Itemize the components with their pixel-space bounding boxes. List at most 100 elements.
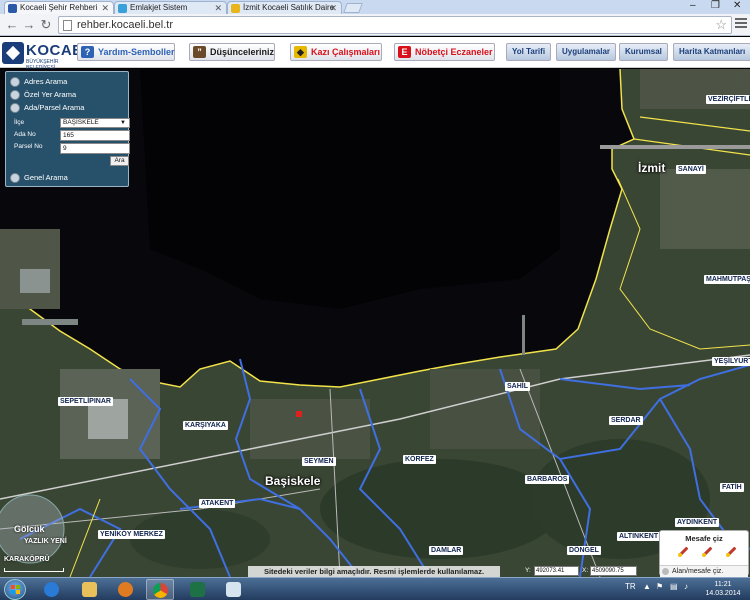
- label-serdar: SERDAR: [609, 416, 643, 425]
- general-search-section[interactable]: Genel Arama: [10, 172, 68, 184]
- expand-icon: [10, 173, 20, 183]
- chrome-icon[interactable]: [146, 579, 174, 600]
- label-seymen: SEYMEN: [302, 457, 336, 466]
- y-label: Y:: [525, 567, 531, 574]
- parcel-search-section[interactable]: Ada/Parsel Arama: [10, 102, 84, 114]
- pharmacy-label: Nöbetçi Eczaneler: [415, 47, 493, 57]
- show-hidden-icons-icon[interactable]: ▲: [643, 582, 651, 591]
- network-icon[interactable]: ▤: [670, 582, 678, 591]
- media-player-icon[interactable]: [112, 579, 140, 600]
- pharmacy-on-duty-button[interactable]: E Nöbetçi Eczaneler: [394, 43, 495, 61]
- area-distance-toggle[interactable]: Alan/mesafe çiz.: [660, 565, 748, 577]
- excel-icon[interactable]: [184, 579, 212, 600]
- label-yesilyurt: YEŞİLYURT: [712, 357, 750, 366]
- s-favicon-icon: [231, 4, 240, 13]
- close-window-button[interactable]: ✕: [733, 0, 741, 11]
- browser-tab-strip: Kocaeli Şehir Rehberi ✕ Emlakjet Sistem …: [0, 0, 750, 14]
- kocaeli-favicon-icon: [8, 4, 17, 13]
- forward-arrow-icon[interactable]: →: [21, 17, 37, 33]
- address-bar[interactable]: rehber.kocaeli.bel.tr ☆: [58, 16, 732, 34]
- special-place-search-section[interactable]: Özel Yer Arama: [10, 89, 76, 101]
- internet-explorer-icon[interactable]: [38, 579, 66, 600]
- clear-measure-icon[interactable]: [724, 544, 738, 558]
- parcel-no-label: Parsel No: [14, 143, 43, 150]
- address-search-section[interactable]: Adres Arama: [10, 76, 67, 88]
- system-clock[interactable]: 11:21 14.03.2014: [700, 580, 746, 598]
- label-damlar: DAMLAR: [429, 546, 464, 555]
- coordinate-readout: Y: 492073.41 X: 4509090.75: [525, 565, 637, 577]
- page-icon: [63, 20, 72, 31]
- label-karakopru: KARAKÖPRÜ: [4, 556, 50, 563]
- block-no-input[interactable]: [60, 130, 130, 141]
- minimize-button[interactable]: –: [690, 0, 696, 11]
- parcel-no-input[interactable]: [60, 143, 130, 154]
- clock-date: 14.03.2014: [705, 590, 741, 597]
- url-text: rehber.kocaeli.bel.tr: [77, 19, 173, 31]
- tab-izmit-satilik[interactable]: İzmit Kocaeli Satılık Daire ✕: [227, 1, 342, 14]
- label-korfez: KÖRFEZ: [403, 455, 436, 464]
- back-arrow-icon[interactable]: ←: [4, 17, 20, 33]
- start-button[interactable]: [4, 579, 26, 600]
- menu-icon[interactable]: [735, 18, 747, 32]
- close-tab-icon[interactable]: ✕: [214, 2, 222, 14]
- tab-emlakjet[interactable]: Emlakjet Sistem ✕: [114, 1, 227, 14]
- label-dongel: DÖNGEL: [567, 546, 601, 555]
- bookmark-star-icon[interactable]: ☆: [715, 17, 727, 33]
- excavation-works-label: Kazı Çalışmaları: [311, 47, 381, 57]
- logo-text: KOCAE: [26, 42, 83, 59]
- label-karsiyaka: KARŞIYAKA: [183, 421, 228, 430]
- help-symbols-label: Yardım-Semboller: [98, 47, 175, 57]
- section-label: Ada/Parsel Arama: [24, 103, 85, 112]
- tab-kocaeli-rehber[interactable]: Kocaeli Şehir Rehberi ✕: [4, 1, 114, 14]
- disclaimer-text: Sitedeki veriler bilgi amaçlıdır. Resmi …: [248, 566, 500, 577]
- route-button[interactable]: Yol Tarifi: [506, 43, 552, 61]
- expand-icon: [10, 77, 20, 87]
- close-tab-icon[interactable]: ✕: [329, 2, 337, 14]
- feedback-button[interactable]: ” Düşünceleriniz: [189, 43, 275, 61]
- measure-title: Mesafe çiz: [685, 534, 723, 543]
- draw-line-icon[interactable]: [676, 544, 690, 558]
- x-value: 4509090.75: [590, 566, 637, 576]
- label-fatih: FATİH: [720, 483, 744, 492]
- label-sanayi: SANAYİ: [676, 165, 706, 174]
- label-aydinkent: AYDINKENT: [675, 518, 720, 527]
- clock-time: 11:21: [714, 581, 732, 588]
- block-no-label: Ada No: [14, 131, 36, 138]
- expand-icon: [10, 103, 20, 113]
- label-barbaros: BARBAROS: [525, 475, 570, 484]
- tab-label: İzmit Kocaeli Satılık Daire: [243, 3, 335, 12]
- label-sepetlipinar: SEPETLİPINAR: [58, 397, 113, 406]
- map-layers-button[interactable]: Harita Katmanları: [673, 43, 750, 61]
- search-button[interactable]: Ara: [110, 156, 129, 166]
- volume-icon[interactable]: ♪: [684, 582, 688, 591]
- logo-mark-icon: [2, 42, 24, 64]
- section-label: Adres Arama: [24, 77, 68, 86]
- label-atakent: ATAKENT: [199, 499, 236, 508]
- search-panel: Adres Arama Özel Yer Arama Ada/Parsel Ar…: [5, 71, 130, 187]
- help-symbols-button[interactable]: ? Yardım-Semboller: [77, 43, 175, 61]
- language-indicator[interactable]: TR: [625, 582, 636, 591]
- maximize-button[interactable]: ❐: [711, 0, 720, 11]
- reload-icon[interactable]: ↻: [38, 17, 54, 33]
- action-center-flag-icon[interactable]: ⚑: [656, 582, 663, 591]
- kocaeli-logo[interactable]: KOCAE BÜYÜKŞEHİR BELEDİYESİ: [2, 40, 82, 71]
- district-label: İlçe: [14, 119, 25, 126]
- draw-polygon-icon[interactable]: [700, 544, 714, 558]
- label-vezirciftligi: VEZİRÇİFTLİĞİ: [706, 95, 750, 104]
- measure-tool-panel: Mesafe çiz Alan/mesafe çiz.: [659, 530, 749, 577]
- label-altinkent: ALTINKENT: [617, 532, 661, 541]
- new-tab-button[interactable]: [343, 3, 363, 13]
- applications-button[interactable]: Uygulamalar: [556, 43, 617, 61]
- label-yenikoy: YENİKÖY MERKEZ: [98, 530, 165, 539]
- corporate-button[interactable]: Kurumsal: [619, 43, 668, 61]
- paint-icon[interactable]: [220, 579, 248, 600]
- site-header: KOCAE BÜYÜKŞEHİR BELEDİYESİ ? Yardım-Sem…: [0, 37, 750, 71]
- file-explorer-icon[interactable]: [76, 579, 104, 600]
- close-tab-icon[interactable]: ✕: [101, 2, 109, 14]
- selected-parcel-marker[interactable]: [296, 411, 302, 417]
- excavation-works-button[interactable]: ◆ Kazı Çalışmaları: [290, 43, 382, 61]
- label-izmit: İzmit: [638, 161, 666, 175]
- label-mahmutpasa: MAHMUTPAŞA: [704, 275, 750, 284]
- district-select[interactable]: BAŞİSKELE ▼: [60, 118, 130, 128]
- tab-label: Kocaeli Şehir Rehberi: [20, 3, 98, 12]
